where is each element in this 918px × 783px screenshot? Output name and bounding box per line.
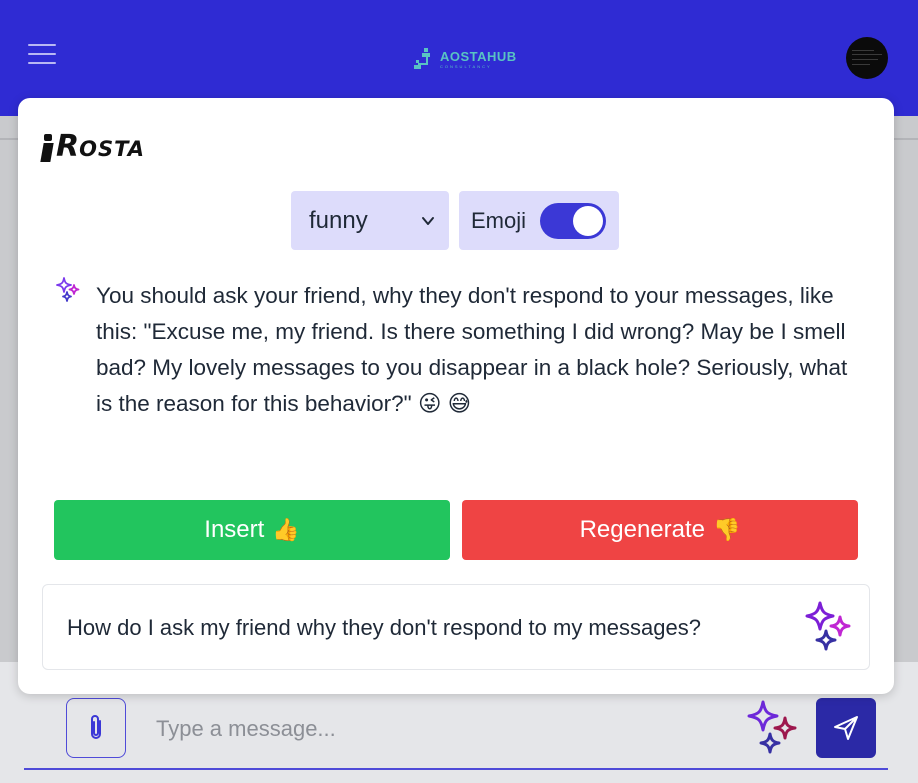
insert-button-label: Insert	[204, 516, 265, 543]
send-button[interactable]	[816, 698, 876, 758]
emoji-toggle-group: Emoji	[459, 191, 619, 250]
thumbs-down-icon: 👎	[713, 517, 741, 542]
input-underline	[24, 768, 888, 770]
brand-initial: R	[56, 129, 80, 164]
prompt-box[interactable]: How do I ask my friend why they don't re…	[42, 584, 870, 670]
tone-select-value: funny	[309, 206, 368, 234]
avatar[interactable]	[846, 37, 888, 79]
brand-rest: OSTA	[79, 137, 146, 161]
message-input[interactable]	[148, 700, 728, 758]
answer-emojis: 😜 😅	[417, 391, 472, 416]
prompt-text: How do I ask my friend why they don't re…	[67, 615, 701, 640]
regenerate-button-label: Regenerate	[579, 516, 706, 543]
sparkle-icon[interactable]	[805, 601, 855, 653]
logo-icon	[414, 48, 430, 69]
logo: AOSTAHUB CONSULTANCY	[412, 44, 517, 74]
tone-select[interactable]: funny	[291, 191, 449, 250]
sparkle-icon	[56, 277, 80, 302]
paperclip-icon	[91, 715, 101, 739]
logo-tagline: CONSULTANCY	[440, 63, 492, 69]
insert-button[interactable]: Insert 👍	[54, 500, 450, 560]
background-divider	[0, 138, 18, 140]
emoji-toggle-label: Emoji	[471, 207, 527, 233]
emoji-toggle[interactable]	[540, 202, 607, 239]
attach-button[interactable]	[66, 698, 126, 758]
controls-row: funny Emoji	[291, 191, 619, 250]
chevron-down-icon	[422, 216, 434, 225]
thumbs-up-icon: 👍	[272, 517, 300, 542]
brand-logo: ROSTA	[40, 129, 146, 164]
answer-text: You should ask your friend, why they don…	[96, 283, 848, 416]
generated-answer: You should ask your friend, why they don…	[96, 278, 866, 422]
regenerate-button[interactable]: Regenerate 👎	[462, 500, 858, 560]
logo-name: AOSTAHUB	[440, 48, 517, 64]
rosta-popup: ROSTA funny Emoji You should ask your fr…	[18, 98, 894, 694]
send-icon	[834, 716, 858, 740]
background-divider	[894, 138, 918, 140]
sparkle-icon[interactable]	[745, 700, 803, 758]
menu-icon[interactable]	[28, 44, 56, 66]
